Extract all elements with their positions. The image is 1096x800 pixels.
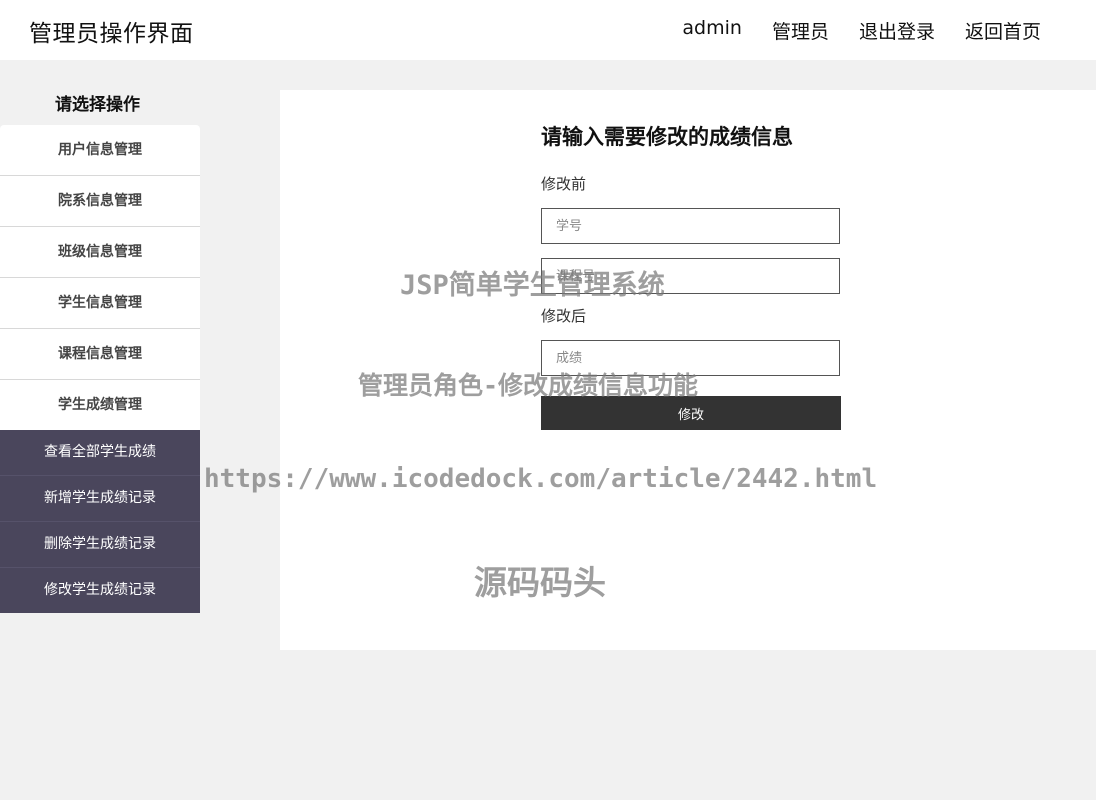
- sidebar-item-class-info[interactable]: 班级信息管理: [0, 227, 200, 278]
- top-bar: 管理员操作界面 admin 管理员 退出登录 返回首页: [0, 0, 1096, 60]
- top-nav: admin 管理员 退出登录 返回首页: [682, 17, 1041, 44]
- submenu-item-edit-score[interactable]: 修改学生成绩记录: [0, 568, 200, 613]
- sidebar-item-score-management[interactable]: 学生成绩管理: [0, 380, 200, 430]
- before-label: 修改前: [541, 175, 587, 193]
- submenu-item-delete-score[interactable]: 删除学生成绩记录: [0, 522, 200, 568]
- edit-score-form: 请输入需要修改的成绩信息 修改前 修改后 修改: [541, 122, 841, 430]
- submenu-item-add-score[interactable]: 新增学生成绩记录: [0, 476, 200, 522]
- sidebar-item-course-info[interactable]: 课程信息管理: [0, 329, 200, 380]
- course-id-input[interactable]: [541, 258, 840, 294]
- nav-home[interactable]: 返回首页: [965, 17, 1041, 44]
- sidebar-item-student-info[interactable]: 学生信息管理: [0, 278, 200, 329]
- nav-logout[interactable]: 退出登录: [859, 17, 935, 44]
- submit-button[interactable]: 修改: [541, 396, 841, 430]
- nav-role[interactable]: 管理员: [772, 17, 829, 44]
- sidebar-item-user-info[interactable]: 用户信息管理: [0, 125, 200, 176]
- nav-username[interactable]: admin: [682, 17, 742, 44]
- score-input[interactable]: [541, 340, 840, 376]
- sidebar: 用户信息管理 院系信息管理 班级信息管理 学生信息管理 课程信息管理 学生成绩管…: [0, 125, 200, 613]
- sidebar-item-department-info[interactable]: 院系信息管理: [0, 176, 200, 227]
- student-id-input[interactable]: [541, 208, 840, 244]
- sidebar-title: 请选择操作: [55, 95, 140, 115]
- after-label: 修改后: [541, 307, 587, 325]
- score-submenu: 查看全部学生成绩 新增学生成绩记录 删除学生成绩记录 修改学生成绩记录: [0, 430, 200, 613]
- form-title: 请输入需要修改的成绩信息: [541, 125, 793, 149]
- page-title: 管理员操作界面: [29, 21, 194, 47]
- main-content: 请输入需要修改的成绩信息 修改前 修改后 修改: [280, 90, 1096, 650]
- submenu-item-view-all-scores[interactable]: 查看全部学生成绩: [0, 430, 200, 476]
